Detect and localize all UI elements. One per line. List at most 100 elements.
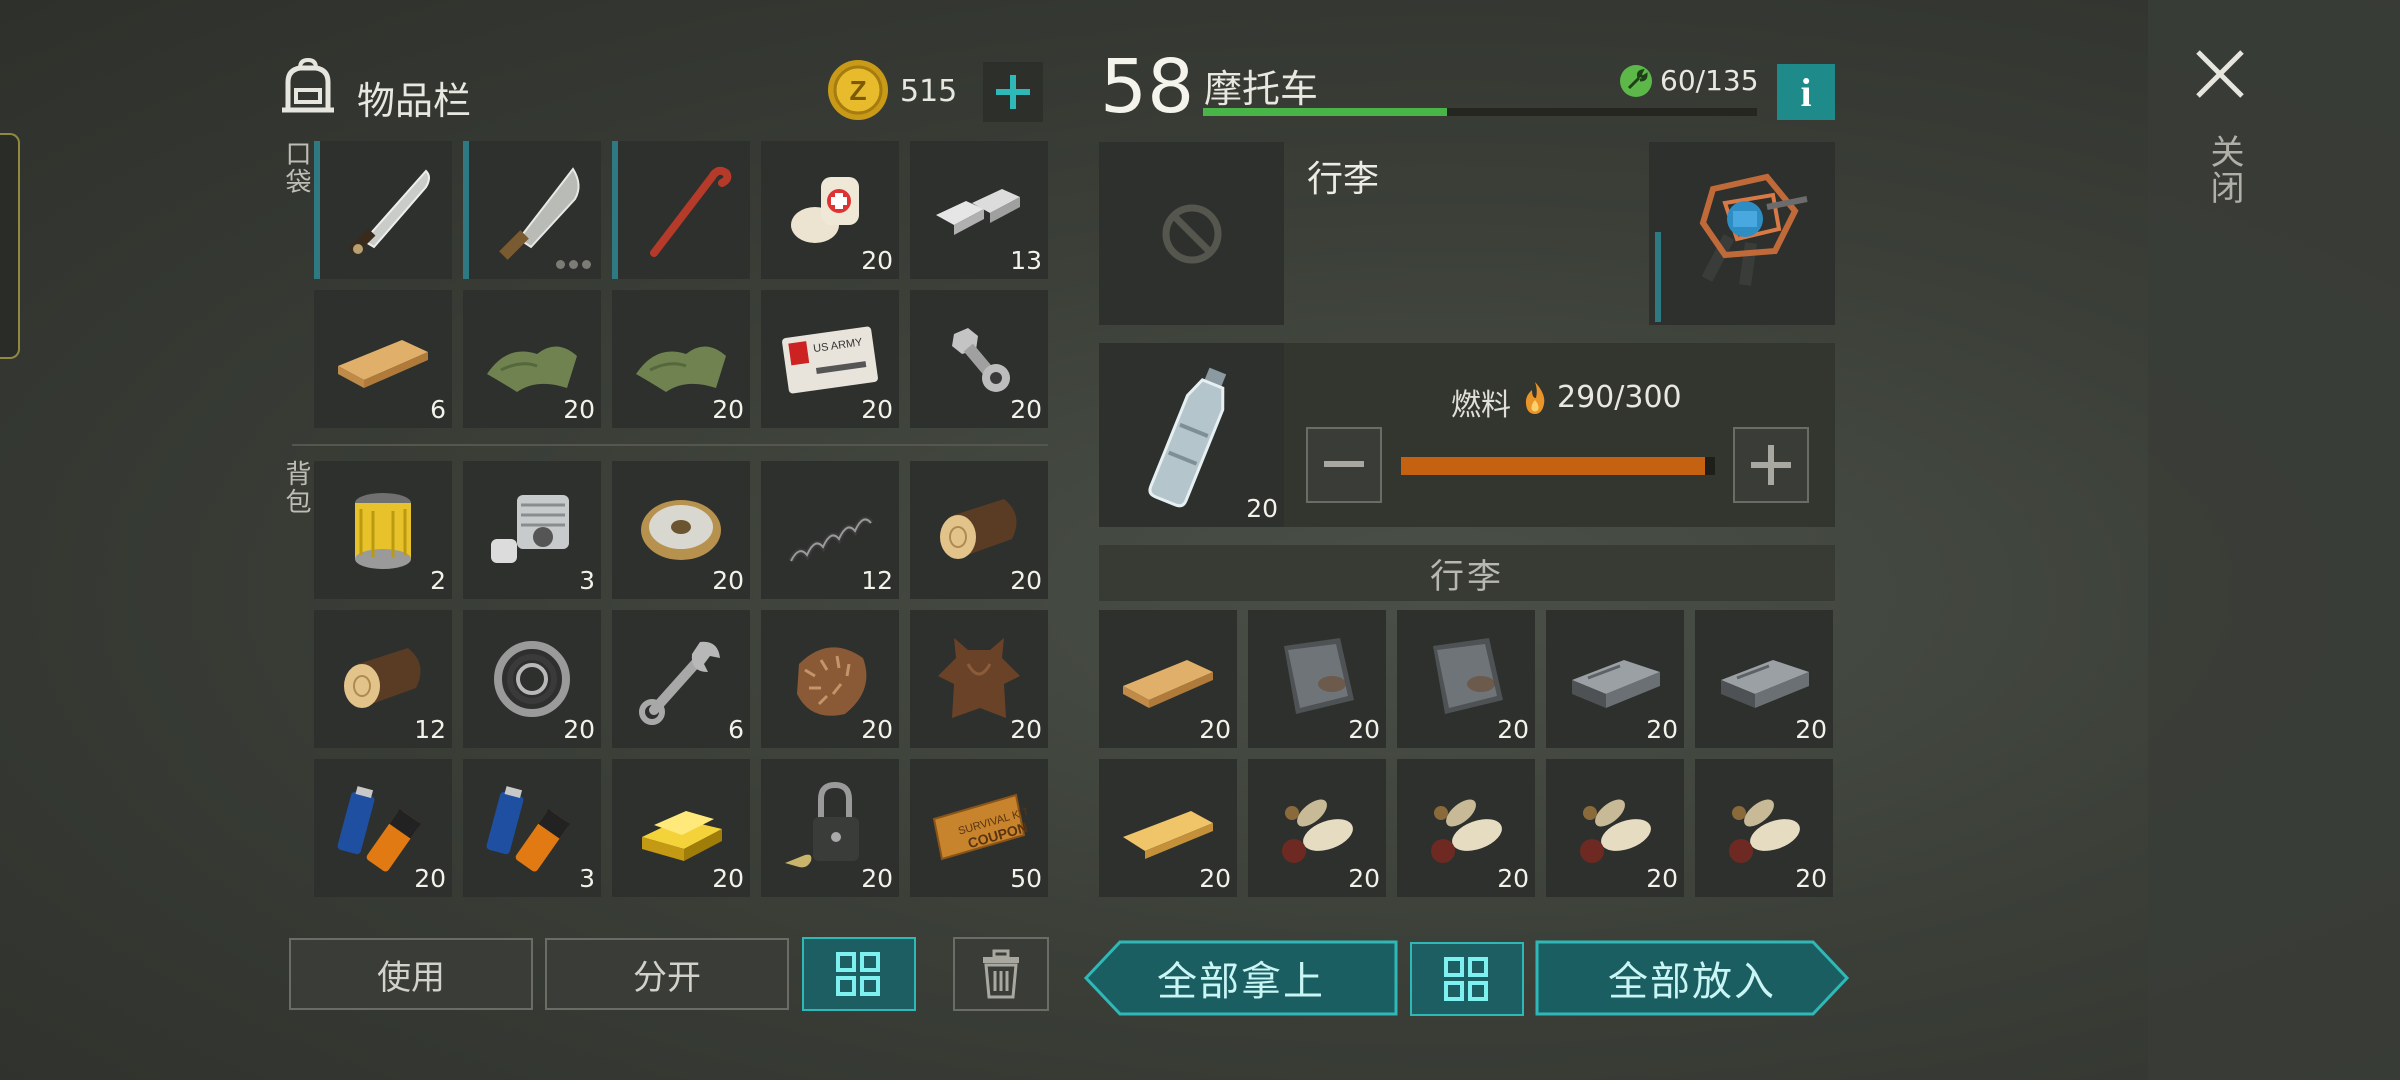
fuel-flame-icon <box>1520 380 1550 416</box>
inventory-slot[interactable]: 20 <box>463 610 601 748</box>
cargo-sort-button[interactable] <box>1410 942 1524 1016</box>
inventory-slot[interactable]: 20 <box>1248 759 1386 897</box>
inventory-slot[interactable]: 20 <box>612 759 750 897</box>
use-button[interactable]: 使用 <box>289 938 533 1010</box>
inventory-slot[interactable]: 20 <box>1099 610 1237 748</box>
inventory-slot[interactable]: 2 <box>314 461 452 599</box>
inventory-slot[interactable]: 20 <box>1397 610 1535 748</box>
inventory-slot[interactable]: 6 <box>314 290 452 428</box>
machete-icon <box>320 141 458 279</box>
inventory-slot[interactable]: 20 <box>1695 610 1833 748</box>
sort-grid-button[interactable] <box>802 937 916 1011</box>
item-count: 3 <box>579 566 595 595</box>
vehicle-name: 摩托车 <box>1204 67 1319 111</box>
inventory-slot[interactable]: 20 <box>612 290 750 428</box>
inventory-slot[interactable]: 12 <box>761 461 899 599</box>
close-label[interactable]: 关闭 <box>2200 134 2249 206</box>
inventory-slot[interactable]: 20 <box>1695 759 1833 897</box>
put-all-button[interactable]: 全部放入 <box>1535 940 1849 1016</box>
side-drawer-handle[interactable] <box>0 133 20 359</box>
motorcycle-icon <box>1699 173 1808 286</box>
fuel-decrease-button[interactable] <box>1306 427 1382 503</box>
item-count: 20 <box>712 395 744 424</box>
crowbar-icon <box>618 141 756 279</box>
inventory-slot[interactable]: 3 <box>463 759 601 897</box>
backpack-label: 背包 <box>281 460 311 516</box>
item-count: 20 <box>861 395 893 424</box>
item-count: 3 <box>579 864 595 893</box>
trash-button[interactable] <box>953 937 1049 1011</box>
inventory-slot[interactable]: SURVIVAL KIT COUPON 50 <box>910 759 1048 897</box>
inventory-slot[interactable]: 20 <box>1397 759 1535 897</box>
info-button[interactable]: i <box>1777 64 1835 120</box>
inventory-slot[interactable]: 20 <box>1248 610 1386 748</box>
item-count: 20 <box>563 395 595 424</box>
inventory-slot[interactable]: 20 <box>761 610 899 748</box>
section-divider <box>292 444 1048 446</box>
close-icon <box>2196 50 2244 98</box>
inventory-slot[interactable]: 20 <box>314 759 452 897</box>
fuel-item-slot[interactable]: 20 <box>1099 343 1284 527</box>
inventory-slot[interactable]: 20 <box>463 290 601 428</box>
inventory-slot[interactable] <box>612 141 750 279</box>
item-count: 20 <box>1199 864 1231 893</box>
take-all-label: 全部拿上 <box>1157 959 1325 1005</box>
add-coins-button[interactable] <box>983 62 1043 122</box>
vehicle-preview-slot[interactable] <box>1649 142 1835 325</box>
fuel-increase-button[interactable] <box>1733 427 1809 503</box>
split-button[interactable]: 分开 <box>545 938 789 1010</box>
vehicle-slot-label: 行李 <box>1307 159 1380 200</box>
item-count: 20 <box>1199 715 1231 744</box>
inventory-slot[interactable]: 20 <box>1099 759 1237 897</box>
fuel-label: 燃料 <box>1451 388 1511 423</box>
item-count: 20 <box>861 864 893 893</box>
item-count: 20 <box>563 715 595 744</box>
inventory-slot[interactable]: 20 <box>910 290 1048 428</box>
inventory-slot[interactable]: 3 <box>463 461 601 599</box>
inventory-slot[interactable]: 20 <box>1546 759 1684 897</box>
put-all-label: 全部放入 <box>1608 959 1776 1005</box>
grid-icon <box>836 952 880 996</box>
item-count: 20 <box>1497 864 1529 893</box>
item-count: 20 <box>1010 395 1042 424</box>
inventory-slot[interactable]: 20 <box>761 759 899 897</box>
close-button[interactable] <box>2190 44 2250 104</box>
inventory-slot[interactable]: 13 <box>910 141 1048 279</box>
vehicle-durability: 60/135 <box>1660 64 1759 97</box>
inventory-slot[interactable] <box>463 141 601 279</box>
item-count: 20 <box>1348 715 1380 744</box>
item-count: 6 <box>728 715 744 744</box>
no-item-icon <box>1162 204 1221 263</box>
item-count: 20 <box>414 864 446 893</box>
wrench-durability-icon <box>1619 64 1653 98</box>
plus-icon <box>996 75 1030 109</box>
inventory-slot[interactable]: 20 <box>910 461 1048 599</box>
vehicle-empty-slot[interactable] <box>1099 142 1284 325</box>
inventory-slot[interactable] <box>314 141 452 279</box>
item-count: 20 <box>712 864 744 893</box>
cargo-header-label: 行李 <box>1430 556 1504 597</box>
item-count: 6 <box>430 395 446 424</box>
item-count: 2 <box>430 566 446 595</box>
inventory-slot[interactable]: 20 <box>1546 610 1684 748</box>
more-options-icon[interactable] <box>556 260 591 269</box>
inventory-slot[interactable]: 6 <box>612 610 750 748</box>
item-count: 50 <box>1010 864 1042 893</box>
inventory-slot[interactable]: 12 <box>314 610 452 748</box>
item-count: 20 <box>1795 715 1827 744</box>
water-bottle-icon <box>1147 367 1226 508</box>
item-count: 20 <box>861 246 893 275</box>
inventory-slot[interactable]: 20 <box>761 141 899 279</box>
backpack-icon <box>278 57 338 114</box>
take-all-button[interactable]: 全部拿上 <box>1084 940 1398 1016</box>
pockets-label: 口袋 <box>281 140 311 196</box>
inventory-slot[interactable]: 20 <box>612 461 750 599</box>
inventory-slot[interactable]: 20 <box>910 610 1048 748</box>
minus-icon <box>1324 461 1364 467</box>
item-count: 20 <box>1497 715 1529 744</box>
broad-machete-icon <box>469 141 607 279</box>
inventory-slot[interactable]: US ARMY 20 <box>761 290 899 428</box>
item-count: 20 <box>861 715 893 744</box>
vehicle-health-fill <box>1203 108 1447 116</box>
grid-icon <box>1444 957 1488 1001</box>
